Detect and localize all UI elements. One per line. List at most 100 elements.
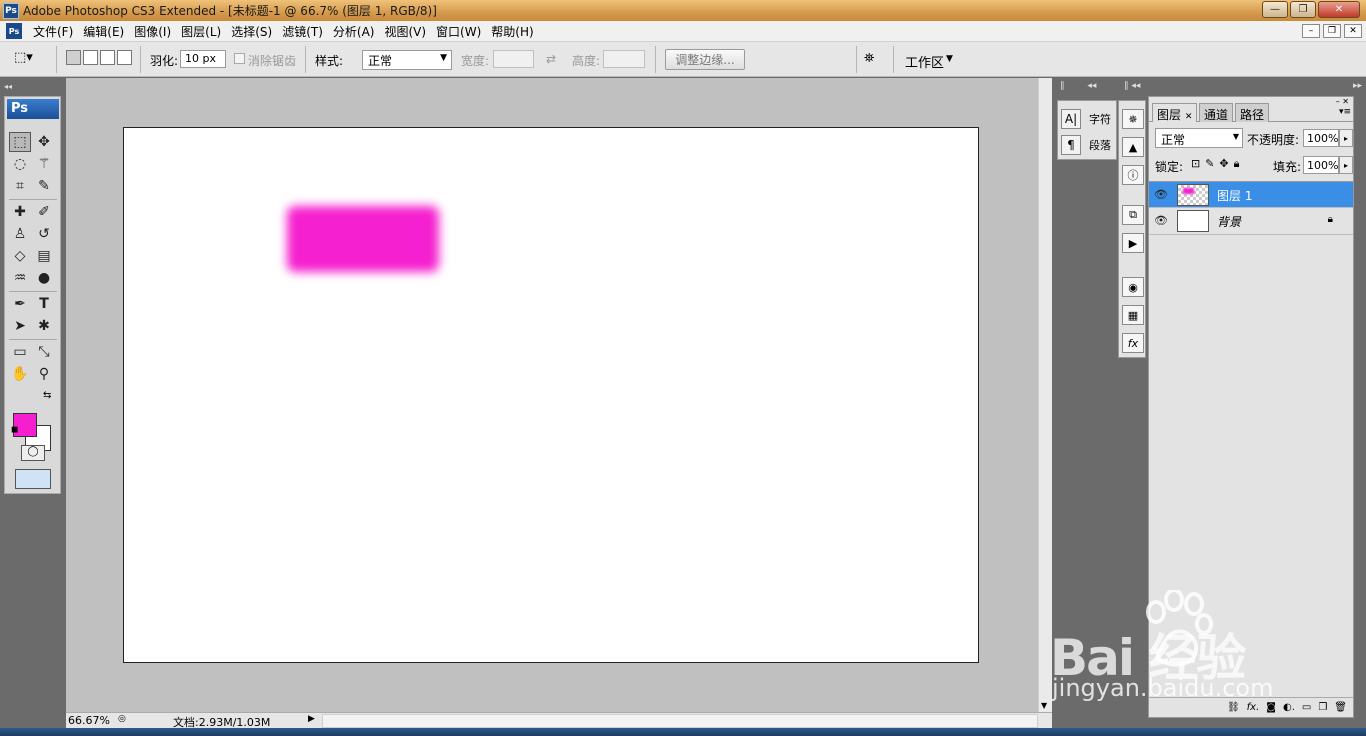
adjustment-layer-icon[interactable]: ◐.	[1283, 702, 1295, 713]
horizontal-scrollbar[interactable]	[322, 714, 1038, 728]
notes-tool-icon[interactable]: ▭	[9, 342, 31, 362]
lock-options-icons[interactable]: ⊡✎✥🔒︎	[1191, 157, 1245, 171]
antialias-checkbox[interactable]	[234, 53, 245, 64]
custom-shape-tool-icon[interactable]: ✱	[33, 316, 55, 336]
doc-restore-button[interactable]: ❐	[1323, 24, 1341, 38]
menu-view[interactable]: 视图(V)	[379, 23, 431, 40]
pen-tool-icon[interactable]: ✒	[9, 294, 31, 314]
style-select[interactable]: 正常 ▼	[362, 50, 452, 70]
layer-name[interactable]: 背景	[1217, 213, 1241, 230]
character-panel-button[interactable]: A| 字符	[1061, 107, 1115, 131]
slice-tool-icon[interactable]: ✎	[33, 176, 55, 196]
canvas[interactable]	[123, 127, 979, 663]
height-input[interactable]	[603, 50, 645, 68]
menu-analysis[interactable]: 分析(A)	[328, 23, 380, 40]
workspace-menu[interactable]: 工作区	[905, 52, 944, 71]
tab-layers[interactable]: 图层 ✕	[1152, 103, 1198, 122]
history-icon[interactable]: ⧉	[1122, 205, 1144, 225]
layer-row[interactable]: 👁︎ 图层 1	[1149, 181, 1353, 208]
info-icon[interactable]: ⓘ	[1122, 165, 1144, 185]
menu-file[interactable]: 文件(F)	[28, 23, 78, 40]
clone-stamp-tool-icon[interactable]: ♙	[9, 224, 31, 244]
menu-image[interactable]: 图像(I)	[129, 23, 176, 40]
hand-tool-icon[interactable]: ✋	[9, 364, 31, 384]
styles-icon[interactable]: fx	[1122, 333, 1144, 353]
dodge-tool-icon[interactable]: ●	[33, 268, 55, 288]
scroll-down-icon[interactable]: ▼	[1041, 701, 1047, 710]
bridge-icon[interactable]: ⛯	[864, 51, 886, 69]
add-mask-icon[interactable]: ◙	[1266, 702, 1276, 713]
panel-menu-icon[interactable]: ▾≡	[1339, 107, 1351, 117]
vertical-scrollbar[interactable]: ▼	[1038, 78, 1052, 712]
photoshop-icon[interactable]: Ps	[6, 23, 22, 39]
new-group-icon[interactable]: ▭	[1302, 702, 1311, 713]
new-selection-icon[interactable]	[66, 50, 81, 65]
magic-wand-tool-icon[interactable]: ⚚	[33, 154, 55, 174]
menu-window[interactable]: 窗口(W)	[431, 23, 486, 40]
menu-select[interactable]: 选择(S)	[226, 23, 277, 40]
rect-marquee-tool-icon[interactable]: ⬚	[9, 132, 31, 152]
collapse-toolbox-icon[interactable]: ◂◂	[4, 82, 60, 91]
color-icon[interactable]: ◉	[1122, 277, 1144, 297]
collapse-dock-icon[interactable]: ∥ ◂◂	[1060, 81, 1120, 91]
minimize-button[interactable]: —	[1262, 1, 1288, 18]
subtract-selection-icon[interactable]	[100, 50, 115, 65]
swap-colors-icon[interactable]: ⇆	[43, 390, 51, 401]
menu-layer[interactable]: 图层(L)	[176, 23, 226, 40]
width-input[interactable]	[493, 50, 534, 68]
crop-tool-icon[interactable]: ⌗	[9, 176, 31, 196]
layer-style-icon[interactable]: fx.	[1247, 702, 1260, 713]
path-selection-tool-icon[interactable]: ➤	[9, 316, 31, 336]
zoom-options-icon[interactable]: ◎	[118, 714, 126, 724]
history-brush-tool-icon[interactable]: ↺	[33, 224, 55, 244]
close-button[interactable]: ✕	[1318, 1, 1360, 18]
new-layer-icon[interactable]: ❐	[1318, 702, 1327, 713]
default-colors-icon[interactable]: ◼	[11, 425, 18, 435]
paragraph-panel-button[interactable]: ¶ 段落	[1061, 133, 1115, 157]
opacity-input[interactable]: 100%	[1303, 129, 1339, 147]
eraser-tool-icon[interactable]: ◇	[9, 246, 31, 266]
intersect-selection-icon[interactable]	[117, 50, 132, 65]
status-menu-arrow-icon[interactable]: ▶	[308, 714, 315, 724]
collapse-layers-dock-icon[interactable]: ▸▸	[1152, 81, 1362, 91]
menu-edit[interactable]: 编辑(E)	[78, 23, 129, 40]
opacity-arrow-icon[interactable]: ▸	[1339, 129, 1353, 147]
swap-icon[interactable]: ⇄	[546, 52, 556, 66]
healing-brush-tool-icon[interactable]: ✚	[9, 202, 31, 222]
move-tool-icon[interactable]: ✥	[33, 132, 55, 152]
doc-close-button[interactable]: ✕	[1344, 24, 1362, 38]
lasso-tool-icon[interactable]: ◌	[9, 154, 31, 174]
screen-mode-icon[interactable]	[15, 469, 51, 489]
link-layers-icon[interactable]: ⛓	[1227, 702, 1240, 713]
zoom-tool-icon[interactable]: ⚲	[33, 364, 55, 384]
quick-mask-icon[interactable]: ◯	[21, 445, 45, 461]
swatches-icon[interactable]: ▦	[1122, 305, 1144, 325]
blend-mode-select[interactable]: 正常 ▼	[1155, 128, 1243, 148]
marquee-preset-icon[interactable]: ⬚▾	[14, 50, 38, 68]
add-selection-icon[interactable]	[83, 50, 98, 65]
refine-edge-button[interactable]: 调整边缘...	[665, 49, 745, 70]
histogram-icon[interactable]: ▲	[1122, 137, 1144, 157]
gradient-tool-icon[interactable]: ▤	[33, 246, 55, 266]
chevron-down-icon[interactable]: ▼	[946, 54, 953, 64]
menu-help[interactable]: 帮助(H)	[486, 23, 538, 40]
eyedropper-tool-icon[interactable]: ⤡	[33, 342, 55, 362]
layer-name[interactable]: 图层 1	[1217, 187, 1252, 204]
blur-tool-icon[interactable]: ♒	[9, 268, 31, 288]
feather-input[interactable]: 10 px	[180, 50, 226, 68]
type-tool-icon[interactable]: T	[33, 294, 55, 314]
close-tab-icon[interactable]: ✕	[1185, 112, 1193, 122]
delete-layer-icon[interactable]: 🗑︎	[1334, 702, 1347, 713]
brush-tool-icon[interactable]: ✐	[33, 202, 55, 222]
fill-input[interactable]: 100%	[1303, 156, 1339, 174]
fill-arrow-icon[interactable]: ▸	[1339, 156, 1353, 174]
tab-channels[interactable]: 通道	[1199, 103, 1234, 122]
visibility-eye-icon[interactable]: 👁︎	[1154, 214, 1168, 227]
maximize-button[interactable]: ❐	[1290, 1, 1316, 18]
layer-row[interactable]: 👁︎ 背景 🔒︎	[1149, 208, 1353, 235]
menu-filter[interactable]: 滤镜(T)	[277, 23, 328, 40]
zoom-level[interactable]: 66.67%	[68, 714, 110, 727]
visibility-eye-icon[interactable]: 👁︎	[1154, 188, 1168, 201]
tab-paths[interactable]: 路径	[1235, 103, 1270, 122]
navigator-icon[interactable]: ✵	[1122, 109, 1144, 129]
